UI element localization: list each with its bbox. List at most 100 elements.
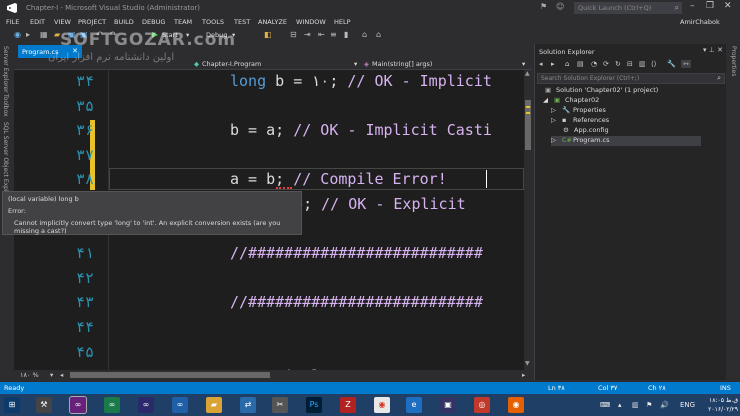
show-all-files-icon[interactable]: ▥ xyxy=(639,60,646,68)
back-icon[interactable]: ◂ xyxy=(539,60,543,68)
pin-icon[interactable]: ⊥ xyxy=(709,46,715,54)
menu-file[interactable]: FILE xyxy=(6,18,19,26)
scroll-down-icon[interactable]: ▼ xyxy=(525,360,530,367)
minimize-button[interactable]: – xyxy=(690,1,695,11)
menu-window[interactable]: WINDOW xyxy=(296,18,326,26)
views-icon[interactable]: ▤ xyxy=(577,60,584,68)
photoshop-icon[interactable]: Ps xyxy=(306,397,322,413)
forward-icon[interactable]: ▸ xyxy=(26,30,30,39)
media-app-icon[interactable]: ◎ xyxy=(474,397,490,413)
restore-button[interactable]: ❐ xyxy=(706,1,714,11)
collapsed-arrow-icon[interactable]: ▷ xyxy=(551,106,559,114)
tree-item-project[interactable]: ◢ ▣ Chapter02 xyxy=(543,96,599,106)
member-dropdown-arrow-icon[interactable]: ▾ xyxy=(522,60,525,68)
outdent-icon[interactable]: ⇤ xyxy=(318,30,325,39)
network-icon[interactable]: ▥ xyxy=(632,401,639,409)
collapsed-arrow-icon[interactable]: ▷ xyxy=(551,136,559,144)
refresh-icon[interactable]: ↻ xyxy=(615,60,621,68)
menu-view[interactable]: VIEW xyxy=(54,18,71,26)
menu-analyze[interactable]: ANALYZE xyxy=(258,18,287,26)
properties-tab[interactable]: Properties xyxy=(730,46,737,76)
code-line: b = a; // OK - Implicit Casti xyxy=(230,121,492,139)
visual-studio-app-icon[interactable]: ∞ xyxy=(69,396,87,414)
menu-help[interactable]: HELP xyxy=(334,18,351,26)
file-explorer-icon[interactable]: ▰ xyxy=(206,397,222,413)
indent-icon[interactable]: ⇥ xyxy=(304,30,311,39)
type-dropdown[interactable]: Chapter-Ӏ.Program xyxy=(202,60,261,68)
bookmark-toggle-icon[interactable]: ▮ xyxy=(344,30,348,39)
scroll-left-icon[interactable]: ◂ xyxy=(60,371,63,379)
menu-project[interactable]: PROJECT xyxy=(78,18,106,26)
teamviewer-icon[interactable]: ⇄ xyxy=(240,397,256,413)
menu-debug[interactable]: DEBUG xyxy=(142,18,165,26)
visual-studio-3-app-icon[interactable]: ∞ xyxy=(138,397,154,413)
tools-app-icon[interactable]: ⚒ xyxy=(36,397,52,413)
back-icon[interactable]: ◉ xyxy=(14,30,21,39)
internet-explorer-icon[interactable]: e xyxy=(406,397,422,413)
prev-bookmark-icon[interactable]: ⌂ xyxy=(362,30,367,39)
snipping-tool-icon[interactable]: ✂ xyxy=(272,397,288,413)
scroll-right-icon[interactable]: ▸ xyxy=(522,371,525,379)
properties-icon[interactable]: 🔧 xyxy=(667,60,676,68)
next-bookmark-icon[interactable]: ⌂ xyxy=(376,30,381,39)
expanded-arrow-icon[interactable]: ◢ xyxy=(543,96,551,104)
filezilla-icon[interactable]: Z xyxy=(340,397,356,413)
notifications-flag-icon[interactable]: ⚑ xyxy=(540,2,547,11)
align-icon[interactable]: ⊟ xyxy=(290,30,297,39)
tree-item-references[interactable]: ▷ ▪ References xyxy=(551,116,609,126)
firefox-icon[interactable]: ◉ xyxy=(508,397,524,413)
keyboard-icon[interactable]: ⌨ xyxy=(600,401,610,409)
tree-item-label: Program.cs xyxy=(573,136,610,144)
menu-test[interactable]: TEST xyxy=(234,18,250,26)
volume-icon[interactable]: 🔊 xyxy=(660,401,669,409)
type-dropdown-arrow-icon[interactable]: ▾ xyxy=(354,60,357,68)
solution-search-input[interactable]: Search Solution Explorer (Ctrl+;) ⌕ xyxy=(537,73,725,84)
clock-time: ۱۸:۰۵ ق.ظ xyxy=(709,397,738,404)
pending-changes-icon[interactable]: ◔ xyxy=(591,60,597,68)
toolbox-tab[interactable]: Toolbox xyxy=(2,94,9,117)
horizontal-scroll-thumb[interactable] xyxy=(70,372,270,378)
comment-icon[interactable]: ≡ xyxy=(330,30,337,39)
preview-icon[interactable]: ⇿ xyxy=(681,60,691,68)
home-icon[interactable]: ⌂ xyxy=(565,60,569,68)
tray-expand-icon[interactable]: ▴ xyxy=(618,401,622,409)
menu-build[interactable]: BUILD xyxy=(114,18,134,26)
new-project-icon[interactable]: ▦ xyxy=(40,30,48,39)
clock[interactable]: ۱۸:۰۵ ق.ظ ۲۰۱۶/۰۲/۲۹ xyxy=(706,396,738,414)
line-number: ۴۴ xyxy=(75,318,94,336)
editor-vertical-scrollbar[interactable]: ▲ ▼ xyxy=(524,70,532,370)
flag-icon[interactable]: ⚑ xyxy=(646,401,652,409)
menu-tools[interactable]: TOOLS xyxy=(202,18,224,26)
view-code-icon[interactable]: ⟨⟩ xyxy=(651,60,656,68)
menu-team[interactable]: TEAM xyxy=(174,18,192,26)
bookmark-icon[interactable]: ◧ xyxy=(264,30,272,39)
tree-item-solution[interactable]: ▣ Solution 'Chapter02' (1 project) xyxy=(545,86,658,96)
collapse-all-icon[interactable]: ⊟ xyxy=(627,60,633,68)
panel-dropdown-icon[interactable]: ▾ xyxy=(703,46,707,54)
remote-app-icon[interactable]: ▣ xyxy=(440,397,456,413)
server-explorer-tab[interactable]: Server Explorer xyxy=(2,46,9,93)
start-icon[interactable]: ⊞ xyxy=(4,397,20,413)
chrome-icon[interactable]: ◉ xyxy=(374,397,390,413)
user-name[interactable]: AmirChabok xyxy=(680,18,720,26)
sync-icon[interactable]: ⟳ xyxy=(603,60,609,68)
visual-studio-2-app-icon[interactable]: ∞ xyxy=(104,397,120,413)
zoom-level[interactable]: ۱۸۰ % xyxy=(20,371,39,379)
member-dropdown[interactable]: Main(string[] args) xyxy=(372,60,432,68)
visual-studio-code-app-icon[interactable]: ∞ xyxy=(172,397,188,413)
menu-edit[interactable]: EDIT xyxy=(30,18,45,26)
language-indicator[interactable]: ENG xyxy=(680,401,695,409)
feedback-icon[interactable]: ☺ xyxy=(556,2,564,11)
line-number: ۳۶ xyxy=(75,121,94,140)
quick-launch-input[interactable]: Quick Launch (Ctrl+Q) ⌕ xyxy=(574,2,682,14)
forward-icon[interactable]: ▸ xyxy=(551,60,555,68)
scroll-up-icon[interactable]: ▲ xyxy=(525,70,530,77)
panel-close-icon[interactable]: ✕ xyxy=(717,46,723,54)
tree-item-properties[interactable]: ▷ 🔧 Properties xyxy=(551,106,606,116)
tree-item-app-config[interactable]: ⚙ App.config xyxy=(563,126,609,136)
zoom-dropdown-icon[interactable]: ▾ xyxy=(50,371,53,379)
method-icon: ◈ xyxy=(364,60,369,68)
close-button[interactable]: ✕ xyxy=(724,1,732,11)
collapsed-arrow-icon[interactable]: ▷ xyxy=(551,116,559,124)
tree-item-program-cs[interactable]: ▷ C#Program.cs xyxy=(551,136,701,146)
